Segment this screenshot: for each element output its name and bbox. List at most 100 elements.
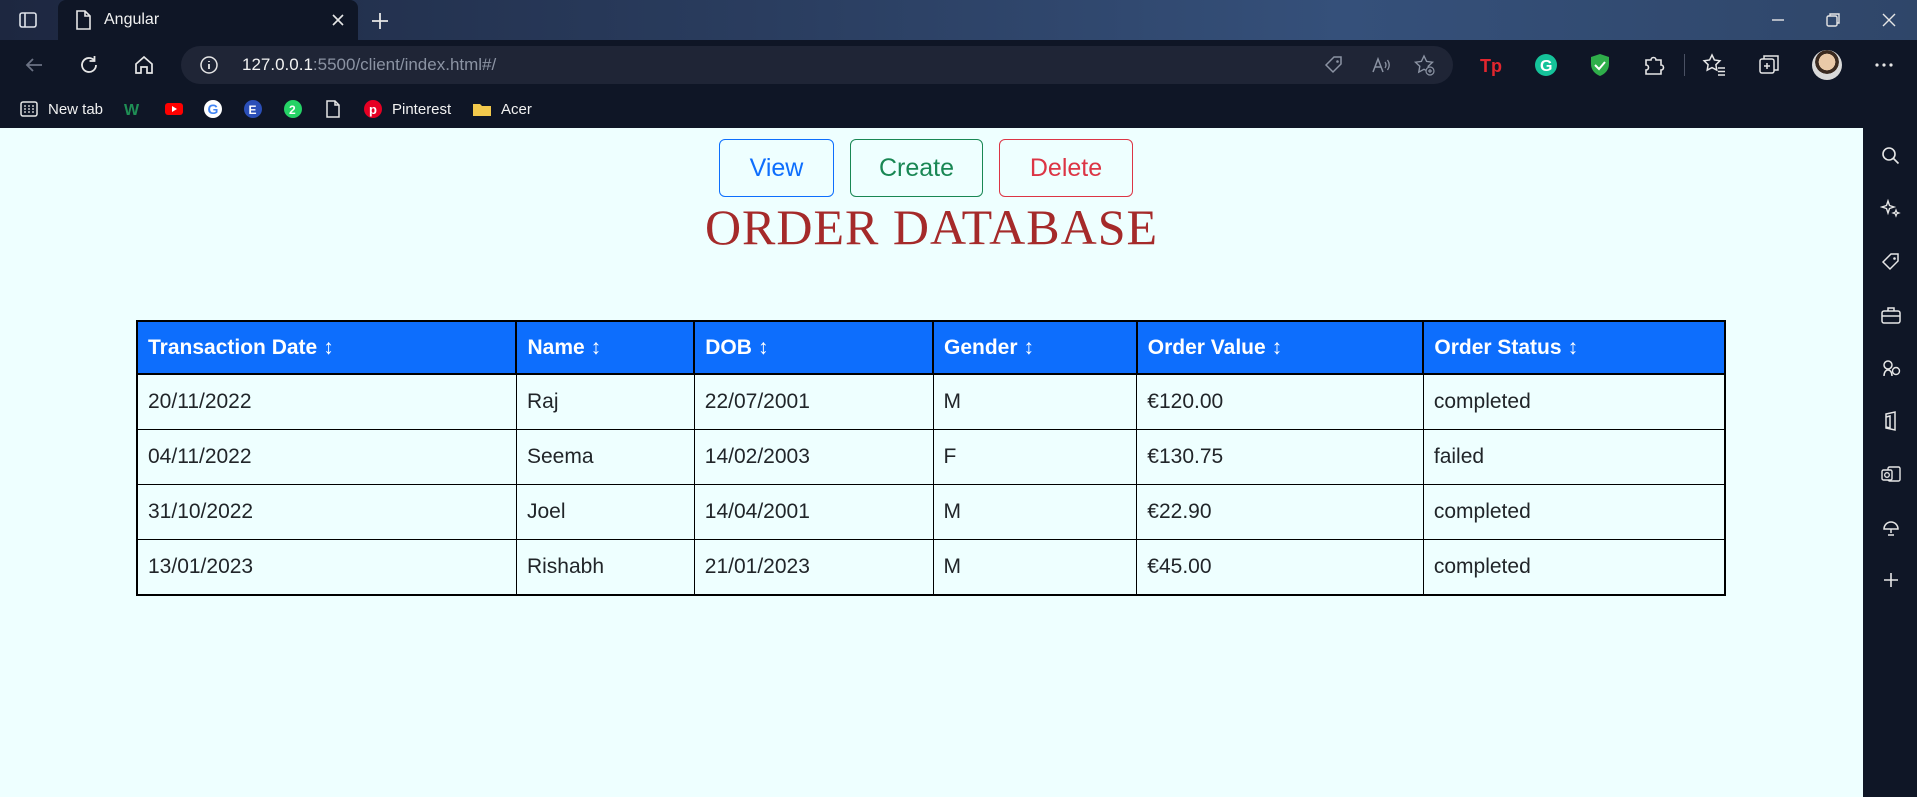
delete-button[interactable]: Delete: [999, 139, 1133, 197]
column-header-dob[interactable]: DOB ↕: [693, 320, 934, 375]
cell-gender: F: [932, 429, 1138, 485]
e-icon: E: [244, 100, 262, 118]
collections-icon[interactable]: [1756, 52, 1782, 78]
home-icon[interactable]: [132, 53, 156, 77]
sort-icon[interactable]: ↕: [1272, 336, 1283, 359]
column-header-order-value[interactable]: Order Value ↕: [1135, 320, 1425, 375]
drop-icon[interactable]: [1880, 516, 1902, 538]
games-icon[interactable]: [1880, 357, 1902, 379]
w-icon: W: [124, 102, 140, 119]
refresh-icon[interactable]: [77, 53, 101, 77]
sort-icon[interactable]: ↕: [758, 336, 769, 359]
cell-gender: M: [932, 373, 1138, 430]
file-icon: [326, 100, 340, 118]
cell-transaction-date: 13/01/2023: [135, 539, 517, 596]
grammarly-icon[interactable]: G: [1533, 52, 1559, 78]
profile-avatar[interactable]: [1812, 50, 1842, 80]
bookmark-whatsapp[interactable]: 2: [283, 98, 303, 120]
cell-gender: M: [932, 539, 1138, 596]
bookmark-e[interactable]: E: [243, 98, 263, 120]
cell-name: Rishabh: [515, 539, 695, 596]
sort-icon[interactable]: ↕: [1568, 336, 1579, 359]
cell-order-value: €45.00: [1136, 539, 1424, 596]
svg-text:G: G: [208, 101, 219, 117]
whatsapp-icon: 2: [284, 100, 302, 118]
page-title: ORDER DATABASE: [704, 199, 1159, 255]
view-button[interactable]: View: [719, 139, 834, 197]
create-button[interactable]: Create: [850, 139, 983, 197]
column-header-order-status[interactable]: Order Status ↕: [1422, 320, 1726, 375]
column-header-gender[interactable]: Gender ↕: [932, 320, 1138, 375]
cell-order-status: completed: [1422, 373, 1726, 430]
cell-name: Raj: [515, 373, 695, 430]
close-window-icon[interactable]: [1877, 8, 1901, 32]
back-icon[interactable]: [22, 53, 46, 77]
table-row: 04/11/2022 Seema 14/02/2003 F €130.75 fa…: [135, 429, 1726, 485]
cell-order-value: €22.90: [1136, 484, 1424, 540]
copilot-icon[interactable]: [1880, 198, 1902, 220]
page-content: View Create Delete ORDER DATABASE Transa…: [0, 128, 1863, 797]
close-tab-icon[interactable]: [328, 10, 348, 30]
bookmark-label: Pinterest: [392, 100, 452, 118]
bookmark-file[interactable]: [323, 98, 343, 120]
url-path: :5500/client/index.html#/: [312, 55, 497, 74]
outlook-icon[interactable]: [1880, 463, 1902, 485]
bookmark-youtube[interactable]: [164, 98, 184, 120]
folder-icon: [473, 104, 491, 116]
favorites-icon[interactable]: [1701, 52, 1727, 78]
svg-text:2: 2: [289, 103, 296, 117]
price-tag-icon[interactable]: [1323, 54, 1345, 76]
table-row: 31/10/2022 Joel 14/04/2001 M €22.90 comp…: [135, 484, 1726, 540]
bookmark-w[interactable]: W: [124, 98, 144, 120]
cell-dob: 21/01/2023: [693, 539, 934, 596]
add-favorite-icon[interactable]: [1413, 54, 1435, 76]
url-text[interactable]: 127.0.0.1:5500/client/index.html#/: [242, 55, 496, 75]
bookmark-acer[interactable]: Acer: [472, 98, 532, 120]
cell-dob: 14/02/2003: [693, 429, 934, 485]
sort-icon[interactable]: ↕: [323, 336, 334, 359]
tab-actions-icon[interactable]: [18, 10, 38, 30]
tag-icon[interactable]: [1880, 251, 1902, 273]
sort-icon[interactable]: ↕: [591, 336, 602, 359]
orders-table: Transaction Date ↕ Name ↕ DOB ↕ Gender ↕ Ord…: [135, 320, 1726, 596]
table-row: 13/01/2023 Rishabh 21/01/2023 M €45.00 c…: [135, 539, 1726, 596]
address-bar[interactable]: 127.0.0.1:5500/client/index.html#/: [181, 46, 1453, 84]
browser-tab-active[interactable]: Angular: [58, 0, 358, 40]
read-aloud-icon[interactable]: [1370, 54, 1392, 76]
column-header-transaction-date[interactable]: Transaction Date ↕: [135, 320, 518, 375]
search-icon[interactable]: [1880, 145, 1902, 167]
column-header-name[interactable]: Name ↕: [515, 320, 696, 375]
tp-icon[interactable]: Tp: [1478, 52, 1504, 78]
add-icon[interactable]: [1880, 569, 1902, 591]
new-tab-icon[interactable]: [368, 9, 392, 33]
svg-text:G: G: [1540, 58, 1552, 75]
table-header-row: Transaction Date ↕ Name ↕ DOB ↕ Gender ↕ Ord…: [135, 320, 1726, 375]
cell-transaction-date: 04/11/2022: [135, 429, 517, 485]
bookmarks-bar: New tab W G E 2 p Pinterest Acer: [0, 90, 1917, 128]
bookmark-google[interactable]: G: [203, 98, 223, 120]
minimize-icon[interactable]: [1766, 8, 1790, 32]
cell-dob: 14/04/2001: [693, 484, 934, 540]
pinterest-icon: p: [364, 100, 382, 118]
bookmark-label: Acer: [501, 100, 532, 118]
office-icon[interactable]: [1880, 410, 1902, 432]
tools-icon[interactable]: [1880, 304, 1902, 326]
cell-gender: M: [932, 484, 1138, 540]
sort-icon[interactable]: ↕: [1024, 336, 1035, 359]
cell-name: Joel: [515, 484, 695, 540]
restore-icon[interactable]: [1821, 8, 1845, 32]
bookmark-new-tab[interactable]: New tab: [19, 98, 103, 120]
table-row: 20/11/2022 Raj 22/07/2001 M €120.00 comp…: [135, 373, 1726, 430]
puzzle-icon[interactable]: [1641, 52, 1667, 78]
cell-order-status: completed: [1422, 484, 1726, 540]
site-info-icon[interactable]: [199, 55, 219, 75]
browser-tab-bar: Angular: [0, 0, 1917, 40]
cell-dob: 22/07/2001: [693, 373, 934, 430]
url-host: 127.0.0.1: [242, 55, 313, 74]
bookmark-pinterest[interactable]: p Pinterest: [363, 98, 451, 120]
svg-text:Tp: Tp: [1480, 56, 1502, 76]
tab-title: Angular: [104, 11, 160, 28]
shield-icon[interactable]: [1587, 52, 1613, 78]
svg-text:p: p: [369, 102, 377, 117]
more-options-icon[interactable]: [1871, 52, 1897, 78]
